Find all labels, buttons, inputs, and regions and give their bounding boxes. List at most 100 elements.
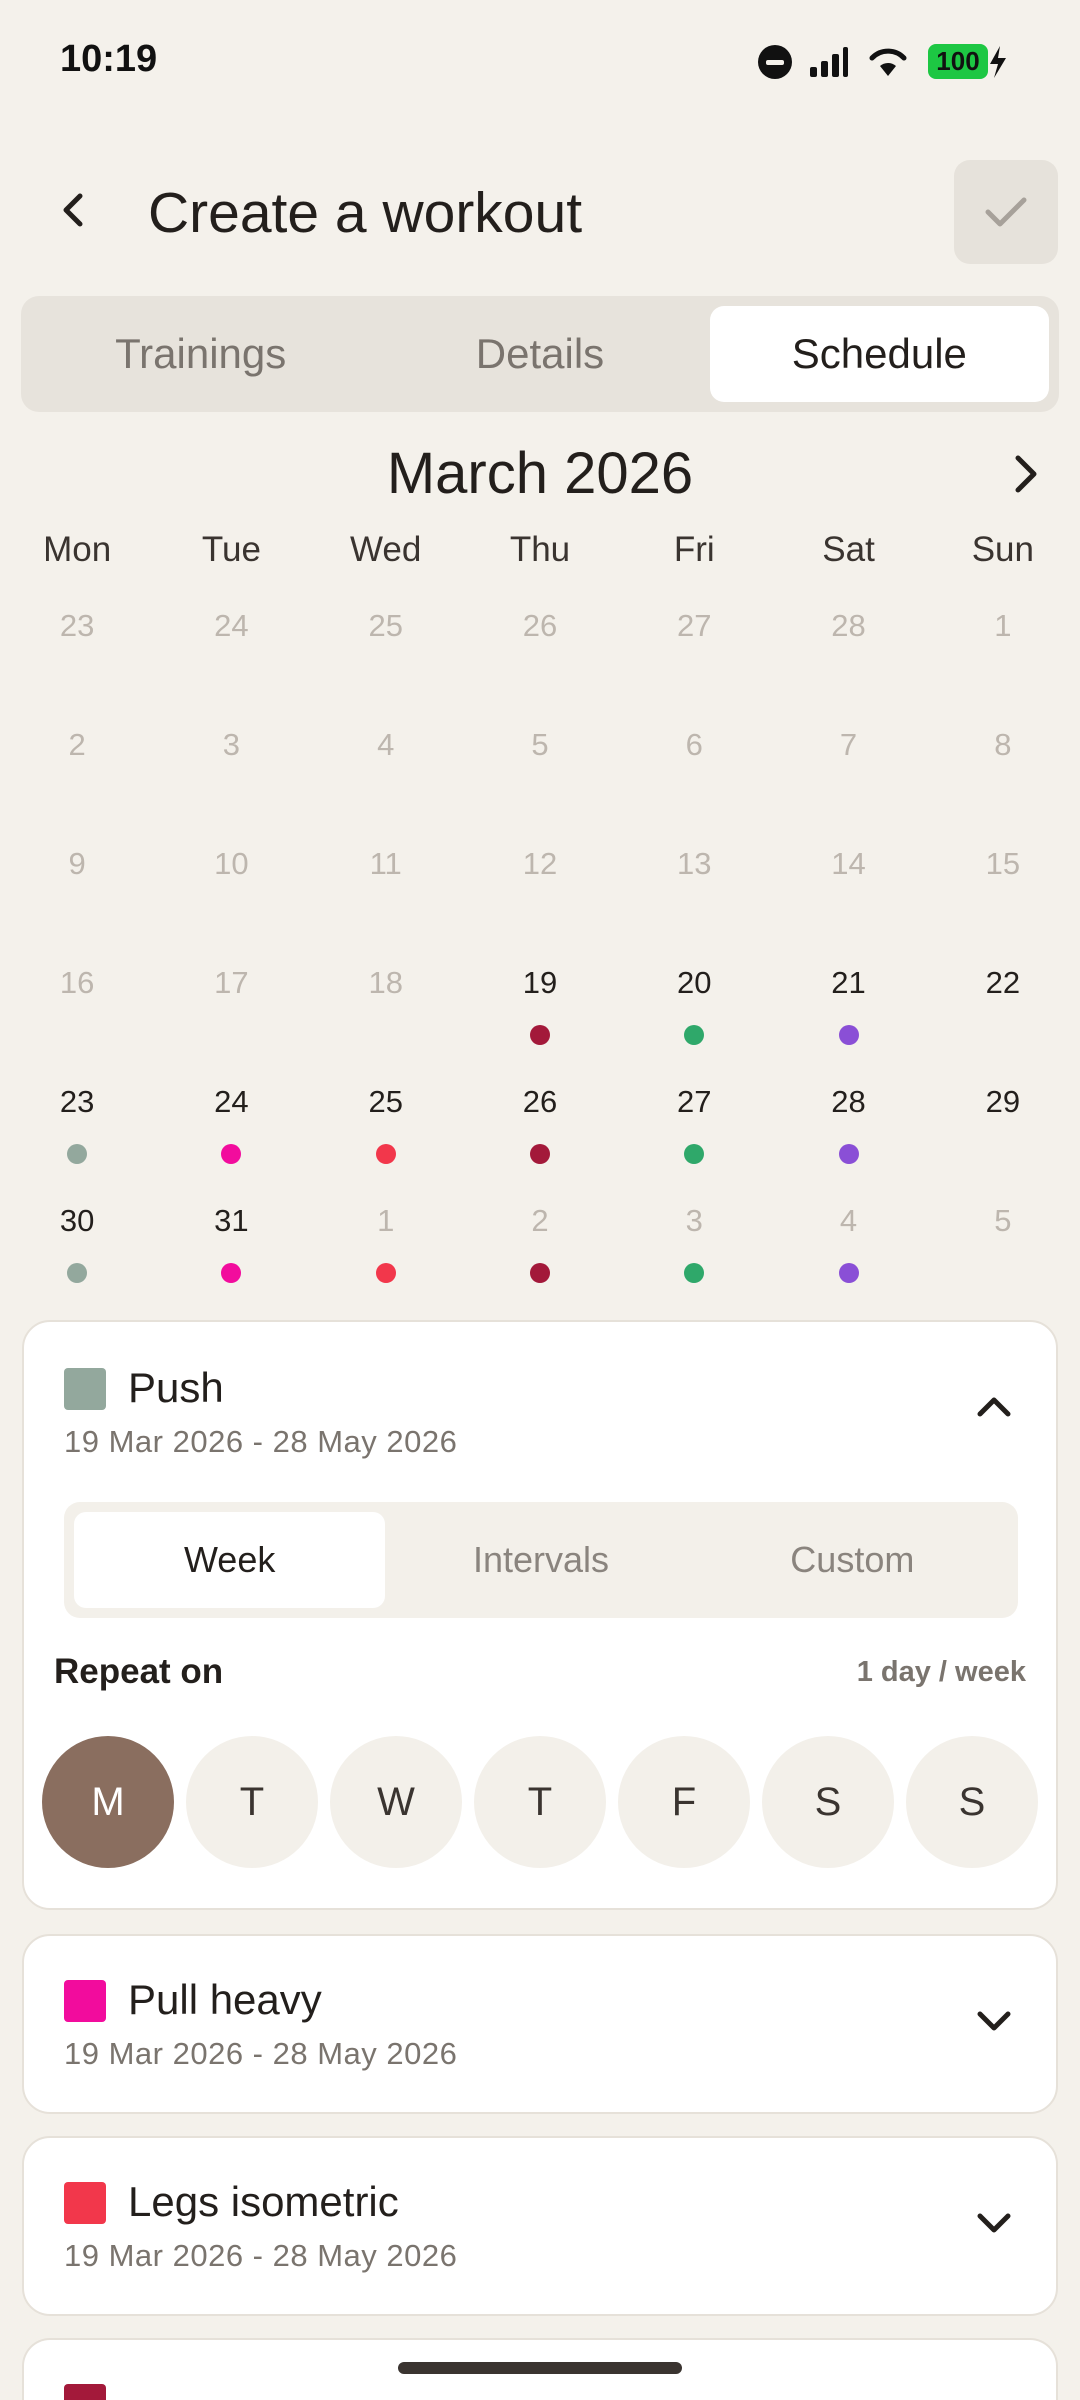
weekday-header: Mon Tue Wed Thu Fri Sat Sun (0, 530, 1080, 570)
workout-card-pull-heavy[interactable]: Pull heavy 19 Mar 2026 - 28 May 2026 (22, 1934, 1058, 2114)
calendar-day[interactable]: 30 (0, 1195, 154, 1314)
calendar-day[interactable]: 5 (463, 719, 617, 838)
calendar-day[interactable]: 21 (771, 957, 925, 1076)
calendar-day[interactable]: 22 (926, 957, 1080, 1076)
scheduled-workout-dot (67, 1144, 88, 1164)
day-toggle-saturday[interactable]: S (762, 1736, 894, 1868)
tab-details[interactable]: Details (370, 306, 709, 402)
calendar-day-number: 22 (985, 965, 1021, 1000)
workout-card-header[interactable]: Push 19 Mar 2026 - 28 May 2026 (24, 1322, 1056, 1482)
calendar-day[interactable]: 3 (617, 1195, 771, 1314)
calendar-day[interactable]: 11 (309, 838, 463, 957)
chevron-down-icon (977, 2213, 1011, 2233)
month-title: March 2026 (386, 441, 694, 506)
calendar-day[interactable]: 25 (309, 1076, 463, 1195)
mode-tab-custom[interactable]: Custom (697, 1512, 1008, 1608)
calendar-day[interactable]: 27 (617, 1076, 771, 1195)
calendar-day[interactable]: 29 (926, 1076, 1080, 1195)
chevron-up-icon (977, 1397, 1011, 1417)
calendar-day[interactable]: 4 (771, 1195, 925, 1314)
calendar-day[interactable]: 26 (463, 1076, 617, 1195)
calendar-day[interactable]: 10 (154, 838, 308, 957)
calendar-day[interactable]: 28 (771, 1076, 925, 1195)
calendar-day[interactable]: 6 (617, 719, 771, 838)
weekday-label: Mon (43, 530, 112, 569)
battery-level: 100 (928, 44, 988, 79)
scheduled-workout-dot (684, 1025, 705, 1045)
calendar-day[interactable]: 7 (771, 719, 925, 838)
day-toggle-friday[interactable]: F (618, 1736, 750, 1868)
weekday-label: Fri (673, 530, 715, 569)
calendar-day[interactable]: 17 (154, 957, 308, 1076)
battery-icon: 100 (928, 44, 1008, 79)
calendar-day[interactable]: 15 (926, 838, 1080, 957)
workout-name: Push (128, 1364, 224, 1411)
calendar-week-row: 23 24 25 26 27 28 29 (0, 1076, 1080, 1195)
day-toggle-thursday[interactable]: T (474, 1736, 606, 1868)
calendar-day[interactable]: 23 (0, 1076, 154, 1195)
calendar-day[interactable]: 1 (309, 1195, 463, 1314)
day-toggle-sunday[interactable]: S (906, 1736, 1038, 1868)
expand-button[interactable] (972, 2000, 1016, 2044)
day-toggle-wednesday[interactable]: W (330, 1736, 462, 1868)
calendar-day[interactable]: 26 (463, 600, 617, 719)
calendar-day[interactable]: 28 (771, 600, 925, 719)
calendar-day[interactable]: 2 (0, 719, 154, 838)
signal-icon (810, 46, 848, 77)
calendar-day[interactable]: 14 (771, 838, 925, 957)
tab-trainings[interactable]: Trainings (31, 306, 370, 402)
chevron-down-icon (977, 2011, 1011, 2031)
calendar-day[interactable]: 18 (309, 957, 463, 1076)
calendar-day[interactable]: 16 (0, 957, 154, 1076)
calendar-day[interactable]: 1 (926, 600, 1080, 719)
calendar-week-row: 2 3 4 5 6 7 8 (0, 719, 1080, 838)
calendar-day[interactable]: 2 (463, 1195, 617, 1314)
calendar-day[interactable]: 8 (926, 719, 1080, 838)
tab-schedule[interactable]: Schedule (709, 306, 1049, 402)
calendar-day[interactable]: 13 (617, 838, 771, 957)
weekday-label: Wed (350, 530, 422, 569)
calendar-day[interactable]: 4 (309, 719, 463, 838)
next-month-button[interactable] (998, 446, 1054, 502)
calendar-day-number: 15 (985, 846, 1021, 881)
expand-button[interactable] (972, 2202, 1016, 2246)
repeat-mode-tabs: Week Intervals Custom (64, 1502, 1018, 1618)
calendar-day-number: 18 (368, 965, 403, 1000)
workout-card-legs-isometric[interactable]: Legs isometric 19 Mar 2026 - 28 May 2026 (22, 2136, 1058, 2316)
back-button[interactable] (44, 180, 104, 240)
confirm-button[interactable] (954, 160, 1058, 264)
calendar-day[interactable]: 24 (154, 600, 308, 719)
calendar-day[interactable]: 12 (463, 838, 617, 957)
workout-name: Legs isometric (128, 2178, 399, 2225)
calendar-day[interactable]: 3 (154, 719, 308, 838)
calendar-day-number: 3 (222, 727, 241, 762)
scheduled-workout-dot (221, 1263, 242, 1283)
calendar-day[interactable]: 25 (309, 600, 463, 719)
calendar-day[interactable]: 31 (154, 1195, 308, 1314)
day-toggle-monday[interactable]: M (42, 1736, 174, 1868)
workout-dates: 19 Mar 2026 - 28 May 2026 (64, 2036, 458, 2071)
calendar-day[interactable]: 20 (617, 957, 771, 1076)
calendar-day[interactable]: 24 (154, 1076, 308, 1195)
calendar-day-number: 23 (59, 608, 95, 643)
page-title: Create a workout (148, 181, 583, 245)
mode-tab-week[interactable]: Week (74, 1512, 386, 1608)
calendar-day-number: 25 (368, 1084, 403, 1119)
wifi-icon (869, 48, 907, 76)
calendar-day[interactable]: 19 (463, 957, 617, 1076)
day-toggle-tuesday[interactable]: T (186, 1736, 318, 1868)
calendar-day[interactable]: 23 (0, 600, 154, 719)
calendar-day[interactable]: 27 (617, 600, 771, 719)
workout-card-header[interactable]: Legs isometric 19 Mar 2026 - 28 May 2026 (24, 2138, 1056, 2298)
arrow-left-icon (63, 193, 83, 227)
calendar-day[interactable]: 5 (926, 1195, 1080, 1314)
calendar-day-number: 2 (531, 1203, 549, 1238)
workout-card-header[interactable]: Pull heavy 19 Mar 2026 - 28 May 2026 (24, 1936, 1056, 2096)
collapse-button[interactable] (972, 1384, 1016, 1428)
mode-tab-intervals[interactable]: Intervals (385, 1512, 696, 1608)
calendar-day[interactable]: 9 (0, 838, 154, 957)
charging-bolt-icon (990, 45, 1006, 78)
scheduled-workout-dot (67, 1263, 88, 1283)
calendar-day-number: 14 (831, 846, 866, 881)
calendar-day-number: 26 (522, 1084, 558, 1119)
